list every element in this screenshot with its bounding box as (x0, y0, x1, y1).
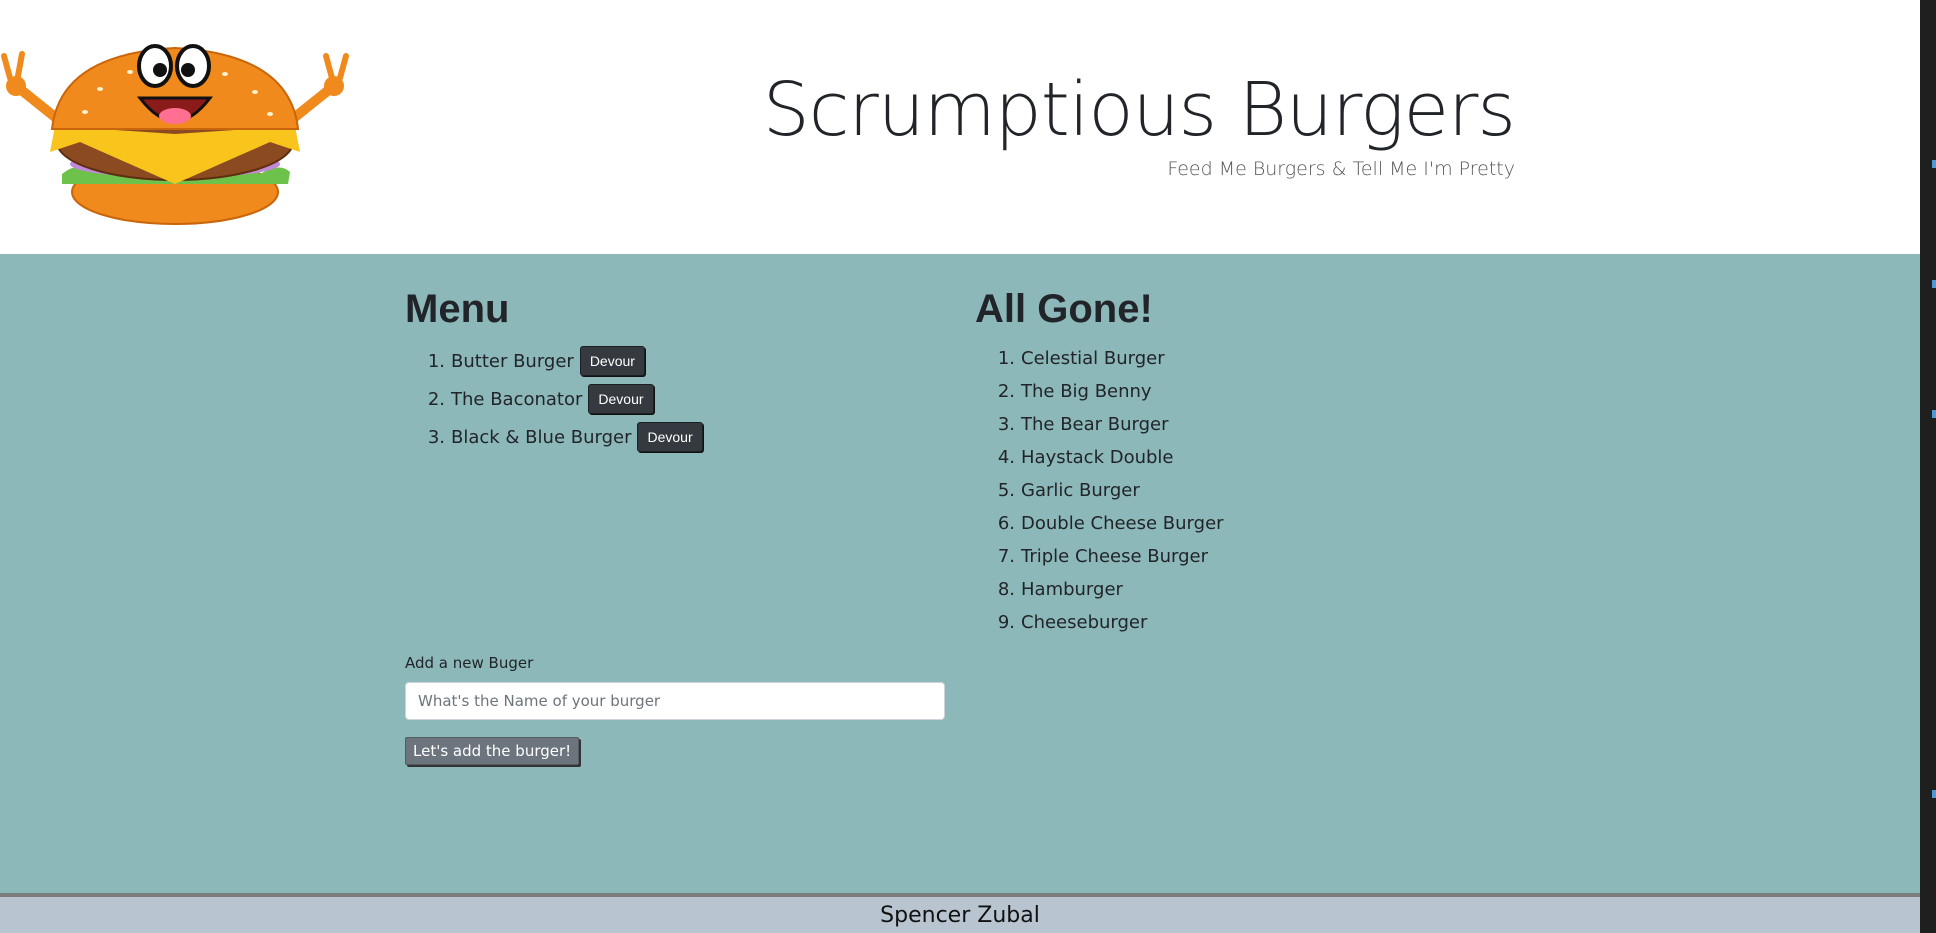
header: Scrumptious Burgers Feed Me Burgers & Te… (0, 0, 1920, 254)
burger-name-input[interactable] (405, 682, 945, 720)
item-name: Triple Cheese Burger (1021, 546, 1209, 567)
item-number: 4. (997, 447, 1015, 468)
menu-section: Menu 1. Butter Burger Devour 2. The Baco… (405, 288, 945, 456)
page-title: Scrumptious Burgers (762, 67, 1516, 153)
list-item: 2. The Big Benny (995, 375, 1515, 408)
scroll-marker (1932, 280, 1936, 288)
list-item: 1. Celestial Burger (995, 342, 1515, 375)
item-number: 5. (997, 480, 1015, 501)
item-name: Haystack Double (1021, 447, 1174, 468)
item-name: Black & Blue Burger (451, 426, 632, 448)
menu-list: 1. Butter Burger Devour 2. The Baconator… (405, 342, 945, 456)
list-item: 9. Cheeseburger (995, 606, 1515, 639)
item-name: The Bear Burger (1021, 414, 1169, 435)
list-item: 7. Triple Cheese Burger (995, 540, 1515, 573)
scroll-marker (1932, 790, 1936, 798)
main-content: Menu 1. Butter Burger Devour 2. The Baco… (0, 254, 1920, 893)
item-name: Double Cheese Burger (1021, 513, 1224, 534)
devoured-list: 1. Celestial Burger 2. The Big Benny 3. The… (975, 342, 1515, 639)
list-item: 3. The Bear Burger (995, 408, 1515, 441)
item-name: Butter Burger (451, 350, 574, 372)
item-name: Cheeseburger (1021, 612, 1148, 633)
page-subtitle: Feed Me Burgers & Tell Me I'm Pretty (1167, 157, 1515, 180)
all-gone-heading: All Gone! (975, 287, 1153, 331)
item-name: The Big Benny (1021, 381, 1152, 402)
scroll-marker (1932, 410, 1936, 418)
brand: Scrumptious Burgers Feed Me Burgers & Te… (762, 67, 1516, 180)
item-number: 7. (997, 546, 1015, 567)
item-number: 1. (427, 350, 445, 372)
list-item: 8. Hamburger (995, 573, 1515, 606)
item-name: Hamburger (1021, 579, 1123, 600)
page: Scrumptious Burgers Feed Me Burgers & Te… (0, 0, 1920, 933)
item-number: 1. (997, 348, 1015, 369)
devour-button[interactable]: Devour (588, 384, 654, 414)
list-item: 6. Double Cheese Burger (995, 507, 1515, 540)
footer: Spencer Zubal (0, 893, 1920, 933)
devour-button[interactable]: Devour (637, 422, 703, 452)
item-number: 9. (997, 612, 1015, 633)
item-name: Garlic Burger (1021, 480, 1140, 501)
list-item: 3. Black & Blue Burger Devour (425, 418, 945, 456)
item-name: Celestial Burger (1021, 348, 1165, 369)
add-burger-button[interactable]: Let's add the burger! (405, 737, 580, 765)
list-item: 5. Garlic Burger (995, 474, 1515, 507)
list-item: 2. The Baconator Devour (425, 380, 945, 418)
footer-author: Spencer Zubal (880, 903, 1040, 928)
list-item: 4. Haystack Double (995, 441, 1515, 474)
item-number: 8. (997, 579, 1015, 600)
all-gone-section: All Gone! 1. Celestial Burger 2. The Big B… (975, 288, 1515, 639)
add-burger-form: Add a new Buger Let's add the burger! (405, 654, 945, 765)
scroll-marker (1932, 160, 1936, 168)
item-number: 3. (997, 414, 1015, 435)
menu-heading: Menu (405, 287, 510, 331)
window-scrollbar[interactable] (1920, 0, 1936, 933)
item-number: 2. (427, 388, 445, 410)
burger-mascot-icon (0, 34, 350, 230)
item-name: The Baconator (451, 388, 583, 410)
item-number: 3. (427, 426, 445, 448)
devour-button[interactable]: Devour (579, 346, 645, 376)
list-item: 1. Butter Burger Devour (425, 342, 945, 380)
item-number: 2. (997, 381, 1015, 402)
item-number: 6. (997, 513, 1015, 534)
add-burger-label: Add a new Buger (405, 654, 534, 672)
